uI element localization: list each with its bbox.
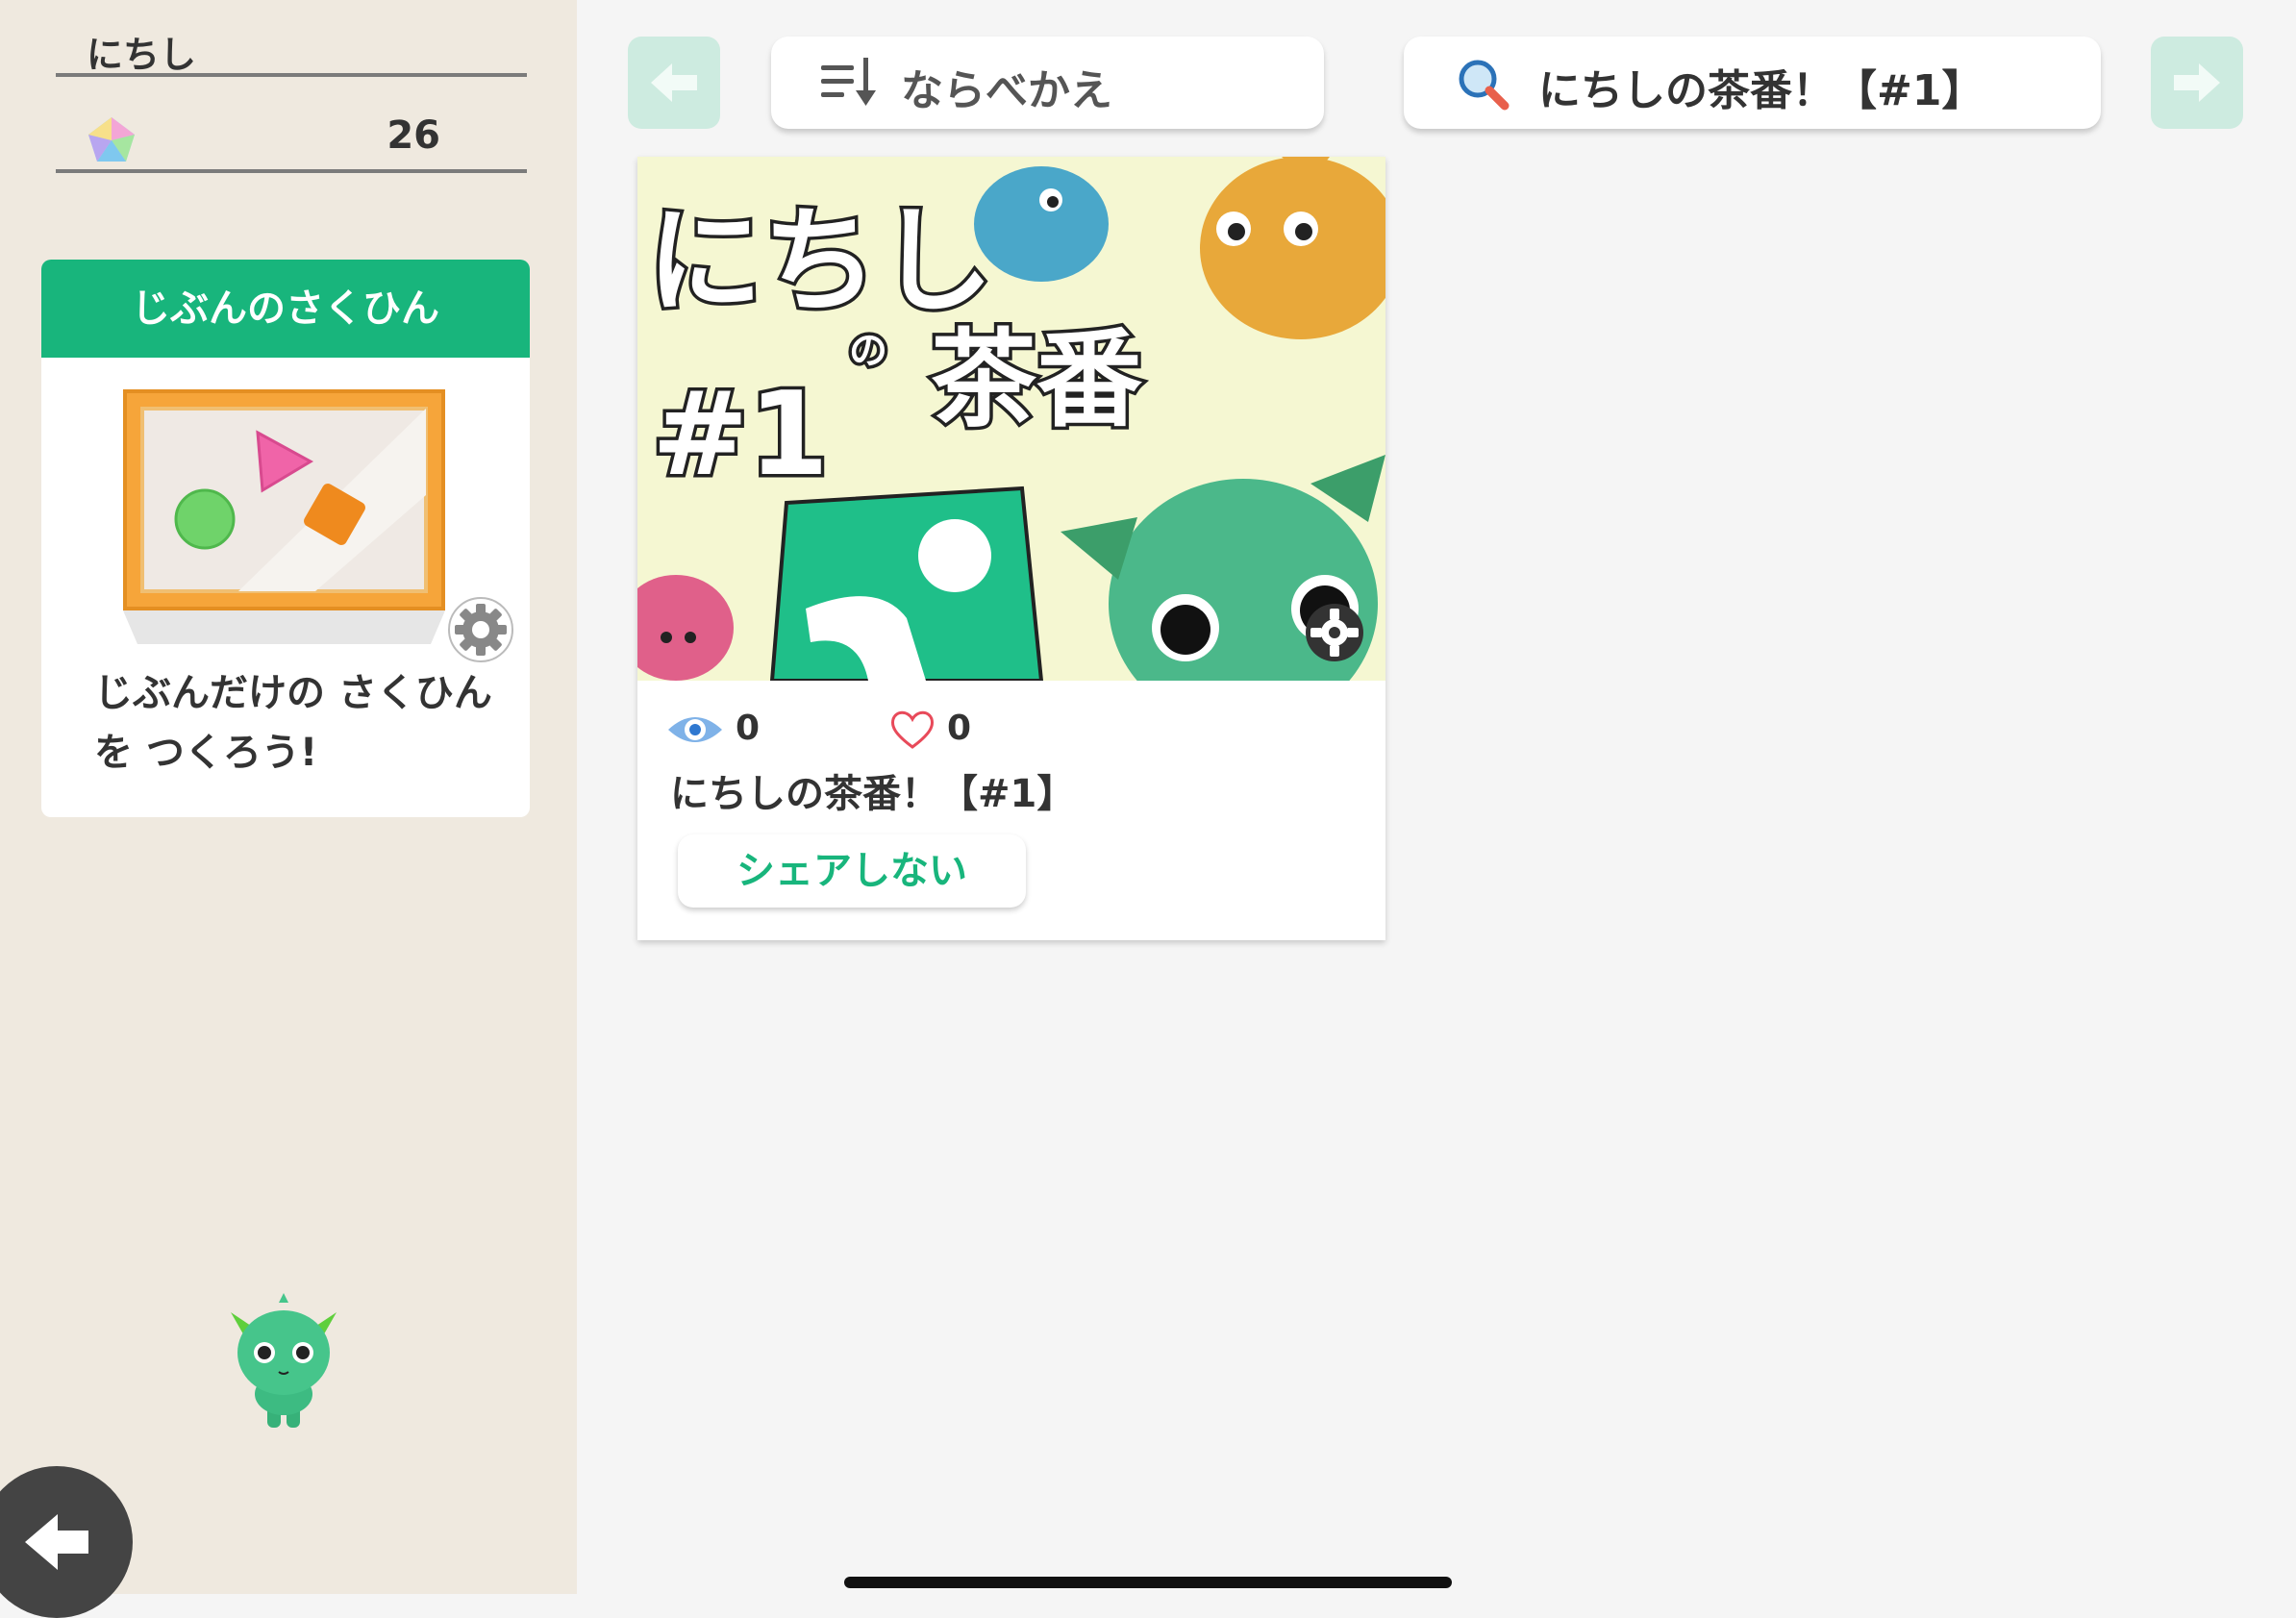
work-stats: 0 0 [666, 705, 1359, 753]
sidebar: にちし 26 じぶんのさくひん じぶんだけの さくひんを つくろう! [0, 0, 577, 1618]
user-name-row: にちし [56, 19, 527, 77]
mascot-character [231, 1293, 337, 1428]
points-row: 26 [56, 108, 527, 173]
thumbnail-sub-text: 茶番 [931, 318, 1142, 441]
sort-button[interactable]: ならべかえ [771, 37, 1324, 129]
my-works-card[interactable]: じぶんのさくひん じぶんだけの さくひんを つくろう! [41, 260, 530, 817]
points-value: 26 [387, 113, 440, 158]
back-arrow-icon [25, 1514, 88, 1570]
views-stat: 0 [666, 705, 820, 753]
my-works-description: じぶんだけの さくひんを つくろう! [94, 671, 492, 775]
work-thumbnail[interactable]: にちし の #1 茶番 [637, 157, 1385, 681]
my-works-header: じぶんのさくひん [41, 260, 530, 358]
arrow-left-icon [651, 63, 697, 102]
thumbnail-num-text: #1 [652, 368, 829, 502]
thumbnail-no-text: の [849, 329, 887, 373]
gear-icon[interactable] [447, 596, 514, 663]
sort-icon [821, 58, 876, 106]
likes-stat[interactable]: 0 [878, 705, 1032, 753]
search-field[interactable]: にちしの茶番！【#1】 [1404, 37, 2101, 129]
next-page-button[interactable] [2151, 37, 2243, 129]
thumbnail-illustration: にちし の #1 茶番 [637, 157, 1385, 681]
home-indicator[interactable] [844, 1577, 1452, 1588]
picture-frame-icon [123, 389, 445, 644]
views-count: 0 [736, 709, 761, 748]
share-toggle-button[interactable]: シェアしない [678, 834, 1026, 908]
user-name: にちし [87, 34, 197, 76]
likes-count: 0 [947, 709, 972, 748]
gem-icon [88, 117, 135, 162]
work-title: にちしの茶番！【#1】 [670, 772, 1076, 816]
search-value: にちしの茶番！【#1】 [1538, 66, 1984, 115]
thumbnail-title-text: にちし [647, 195, 993, 329]
back-button[interactable] [0, 1466, 133, 1618]
work-card[interactable]: にちし の #1 茶番 0 0 にちしの茶番！【#1】 シェアしない [637, 157, 1385, 940]
arrow-right-icon [2174, 63, 2220, 102]
heart-icon [891, 710, 934, 749]
eye-icon [668, 717, 722, 742]
prev-page-button[interactable] [628, 37, 720, 129]
sort-label: ならべかえ [901, 66, 1112, 115]
search-icon [1459, 60, 1510, 111]
